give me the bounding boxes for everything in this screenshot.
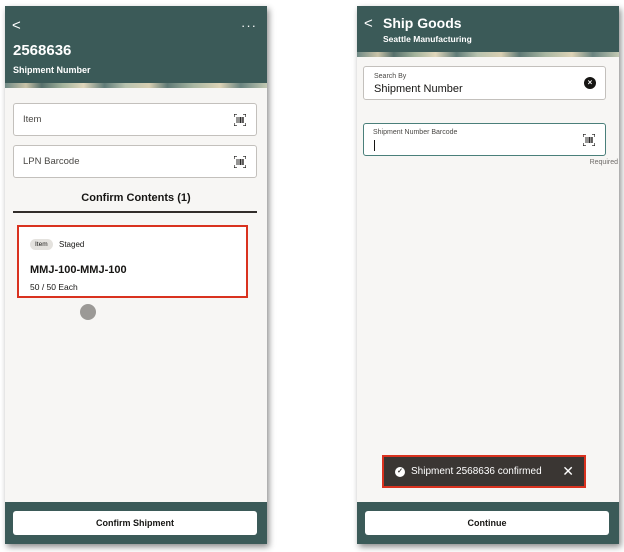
footer-bar: Confirm Shipment — [5, 502, 267, 544]
shipment-barcode-input[interactable] — [373, 139, 573, 151]
lpn-field-placeholder: LPN Barcode — [23, 156, 80, 167]
back-chevron-icon[interactable]: < — [12, 18, 21, 33]
page-title: 2568636 — [13, 42, 72, 59]
page-title: Ship Goods — [383, 15, 462, 31]
more-options-icon[interactable]: ··· — [241, 18, 257, 33]
barcode-scan-icon[interactable] — [234, 156, 246, 168]
header: < Ship Goods Seattle Manufacturing — [357, 6, 619, 57]
continue-button[interactable]: Continue — [365, 511, 609, 535]
barcode-field-label: Shipment Number Barcode — [373, 129, 458, 136]
back-chevron-icon[interactable]: < — [364, 16, 373, 31]
toast-message: Shipment 2568636 confirmed — [411, 466, 542, 477]
tab-underline — [13, 211, 257, 213]
touch-indicator — [80, 304, 96, 320]
status-badge: Staged — [59, 240, 85, 249]
confirm-contents-screen: < ··· 2568636 Shipment Number Item LPN B… — [5, 6, 267, 544]
required-hint: Required — [589, 159, 618, 166]
page-subtitle: Seattle Manufacturing — [383, 34, 472, 44]
page-subtitle: Shipment Number — [13, 65, 91, 75]
header-pattern-strip — [5, 83, 267, 88]
header-pattern-strip — [357, 52, 619, 57]
confirm-shipment-button[interactable]: Confirm Shipment — [13, 511, 257, 535]
barcode-scan-icon[interactable] — [583, 134, 595, 146]
search-by-label: Search By — [374, 73, 407, 80]
content-item-card[interactable]: Item Staged MMJ-100-MMJ-100 50 / 50 Each — [17, 225, 248, 298]
lpn-barcode-field[interactable]: LPN Barcode — [13, 145, 257, 178]
barcode-scan-icon[interactable] — [234, 114, 246, 126]
shipment-barcode-field[interactable]: Shipment Number Barcode — [363, 123, 606, 156]
confirmation-toast: ✓ Shipment 2568636 confirmed ✕ — [382, 455, 586, 488]
item-number: MMJ-100-MMJ-100 — [30, 264, 127, 276]
item-quantity: 50 / 50 Each — [30, 282, 78, 292]
check-circle-icon: ✓ — [395, 467, 405, 477]
footer-bar: Continue — [357, 502, 619, 544]
search-by-value: Shipment Number — [374, 83, 463, 95]
text-cursor — [374, 140, 375, 151]
close-icon[interactable]: ✕ — [562, 463, 574, 480]
search-by-select[interactable]: Search By Shipment Number × — [363, 66, 606, 100]
item-field[interactable]: Item — [13, 103, 257, 136]
item-type-badge: Item — [30, 239, 53, 250]
confirm-contents-heading: Confirm Contents (1) — [81, 192, 191, 204]
item-field-placeholder: Item — [23, 114, 42, 125]
ship-goods-screen: < Ship Goods Seattle Manufacturing Searc… — [357, 6, 619, 544]
header: < ··· 2568636 Shipment Number — [5, 6, 267, 88]
clear-icon[interactable]: × — [584, 77, 596, 89]
